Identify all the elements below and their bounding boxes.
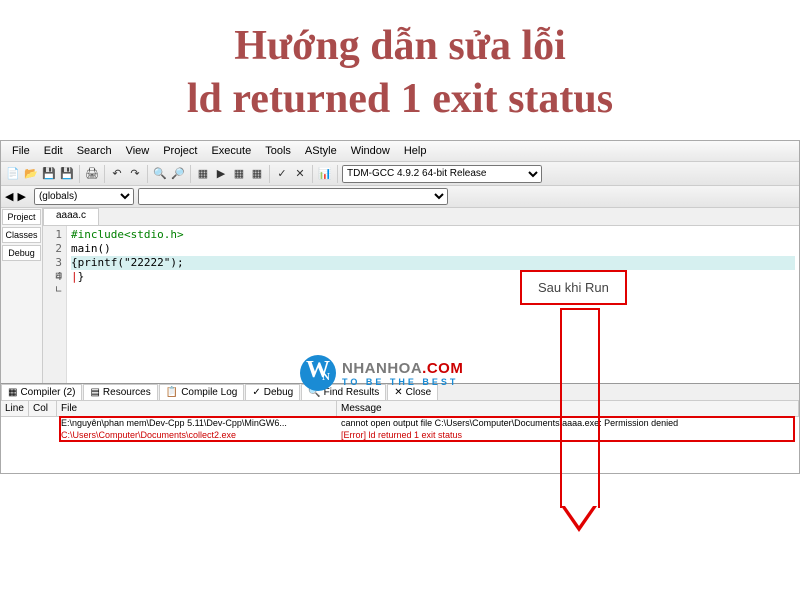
compile-run-icon[interactable]: ▦ <box>231 166 247 182</box>
tab-compile-log[interactable]: 📋Compile Log <box>159 384 245 400</box>
file-tabs: aaaa.c <box>43 208 799 226</box>
watermark-tagline: TO BE THE BEST <box>342 377 463 387</box>
sidebar-tab-classes[interactable]: Classes <box>2 227 41 243</box>
watermark-logo-icon: W <box>300 355 336 391</box>
toolbar-nav: ◀ ▶ (globals) <box>1 186 799 208</box>
new-file-icon[interactable]: 📄 <box>5 166 21 182</box>
code-line-1: #include<stdio.h> <box>71 228 795 242</box>
menu-window[interactable]: Window <box>344 143 397 159</box>
back-icon[interactable]: ◀ <box>5 190 13 203</box>
save-all-icon[interactable]: 💾 <box>59 166 75 182</box>
ide-window: File Edit Search View Project Execute To… <box>0 140 800 474</box>
compile-icon[interactable]: ▦ <box>195 166 211 182</box>
open-icon[interactable]: 📂 <box>23 166 39 182</box>
replace-icon[interactable]: 🔎 <box>170 166 186 182</box>
sidebar-tab-debug[interactable]: Debug <box>2 245 41 261</box>
redo-icon[interactable]: ↷ <box>127 166 143 182</box>
member-select[interactable] <box>138 188 448 205</box>
watermark: W NHANHOA.COM TO BE THE BEST <box>300 355 463 391</box>
menu-view[interactable]: View <box>119 143 157 159</box>
find-icon[interactable]: 🔍 <box>152 166 168 182</box>
col-file[interactable]: File <box>57 401 337 416</box>
debug-tab-icon: ✓ <box>252 387 260 398</box>
file-tab-aaaa[interactable]: aaaa.c <box>43 208 99 225</box>
bottom-panel: ▦Compiler (2) ▤Resources 📋Compile Log ✓D… <box>1 383 799 473</box>
print-icon[interactable]: 🖨 <box>84 166 100 182</box>
compiler-icon: ▦ <box>8 387 17 398</box>
tutorial-title: Hướng dẫn sửa lỗi ld returned 1 exit sta… <box>0 0 800 140</box>
menubar: File Edit Search View Project Execute To… <box>1 141 799 162</box>
title-line-1: Hướng dẫn sửa lỗi <box>0 20 800 73</box>
code-line-3: {printf("22222"); <box>71 256 795 270</box>
code-line-2: main() <box>71 242 795 256</box>
stop-icon[interactable]: ✕ <box>292 166 308 182</box>
scope-select[interactable]: (globals) <box>34 188 134 205</box>
compiler-profile-select[interactable]: TDM-GCC 4.9.2 64-bit Release <box>342 165 542 183</box>
watermark-brand: NHANHOA.COM <box>342 360 463 377</box>
title-line-2: ld returned 1 exit status <box>0 73 800 126</box>
menu-help[interactable]: Help <box>397 143 434 159</box>
debug-icon[interactable]: ✓ <box>274 166 290 182</box>
menu-search[interactable]: Search <box>70 143 119 159</box>
annotation-after-run: Sau khi Run <box>520 270 627 305</box>
col-message[interactable]: Message <box>337 401 799 416</box>
undo-icon[interactable]: ↶ <box>109 166 125 182</box>
col-col[interactable]: Col <box>29 401 57 416</box>
code-line-4: |} <box>71 270 795 284</box>
tab-compiler[interactable]: ▦Compiler (2) <box>1 384 82 400</box>
run-icon[interactable]: ▶ <box>213 166 229 182</box>
menu-astyle[interactable]: AStyle <box>298 143 344 159</box>
log-table-header: Line Col File Message <box>1 401 799 417</box>
log-row-1[interactable]: E:\nguyên\phan mem\Dev-Cpp 5.11\Dev-Cpp\… <box>1 417 799 429</box>
col-line[interactable]: Line <box>1 401 29 416</box>
menu-execute[interactable]: Execute <box>204 143 258 159</box>
save-icon[interactable]: 💾 <box>41 166 57 182</box>
menu-project[interactable]: Project <box>156 143 204 159</box>
gutter: 123 ⊟4 ∟ <box>43 226 67 383</box>
tab-resources[interactable]: ▤Resources <box>83 384 157 400</box>
menu-file[interactable]: File <box>5 143 37 159</box>
log-row-2-error[interactable]: C:\Users\Computer\Documents\collect2.exe… <box>1 429 799 441</box>
rebuild-icon[interactable]: ▦ <box>249 166 265 182</box>
profile-icon[interactable]: 📊 <box>317 166 333 182</box>
tab-debug[interactable]: ✓Debug <box>245 384 300 400</box>
menu-edit[interactable]: Edit <box>37 143 70 159</box>
log-icon: 📋 <box>166 387 178 398</box>
menu-tools[interactable]: Tools <box>258 143 298 159</box>
sidebar-tab-project[interactable]: Project <box>2 209 41 225</box>
toolbar-main: 📄 📂 💾 💾 🖨 ↶ ↷ 🔍 🔎 ▦ ▶ ▦ ▦ ✓ ✕ 📊 TDM-GCC … <box>1 162 799 186</box>
sidebar: Project Classes Debug <box>1 208 43 383</box>
resources-icon: ▤ <box>90 387 99 398</box>
forward-icon[interactable]: ▶ <box>17 190 25 203</box>
